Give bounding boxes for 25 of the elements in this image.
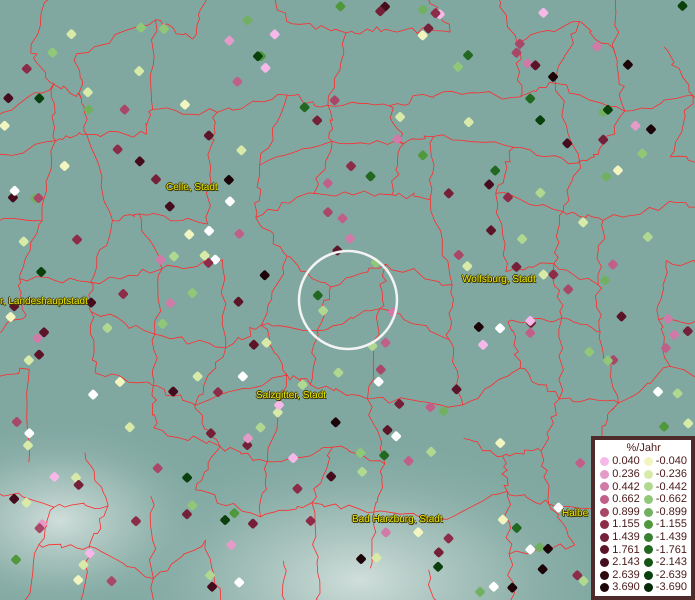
legend-value: 0.442	[612, 480, 640, 494]
legend-value: 1.155	[612, 518, 640, 532]
legend-value: 2.639	[612, 568, 640, 582]
legend-value: -0.236	[656, 468, 687, 481]
legend-value: -0.040	[656, 455, 687, 468]
legend-value: 0.662	[612, 493, 640, 506]
legend-value: -1.439	[656, 531, 687, 544]
legend-value: -1.761	[656, 544, 687, 556]
place-label: Halbe	[562, 508, 588, 519]
legend-title: %/Jahr	[626, 442, 661, 456]
legend-value: 2.143	[612, 556, 640, 569]
legend-value: -2.639	[656, 568, 687, 582]
legend-value: -0.442	[656, 480, 687, 494]
legend-value: 0.899	[612, 506, 640, 518]
legend-value: 0.040	[612, 455, 640, 468]
place-label: Wolfsburg, Stadt	[462, 274, 536, 285]
legend-value: -3.690	[656, 581, 687, 594]
legend-value: 1.761	[612, 544, 640, 556]
legend-value: -0.899	[656, 506, 687, 518]
legend-value: 3.690	[612, 581, 640, 594]
legend-value: -2.143	[656, 556, 687, 569]
legend-value: -0.662	[656, 493, 687, 506]
legend-value: 1.439	[612, 531, 640, 544]
legend-value: -1.155	[656, 518, 687, 532]
legend-value: 0.236	[612, 468, 640, 481]
